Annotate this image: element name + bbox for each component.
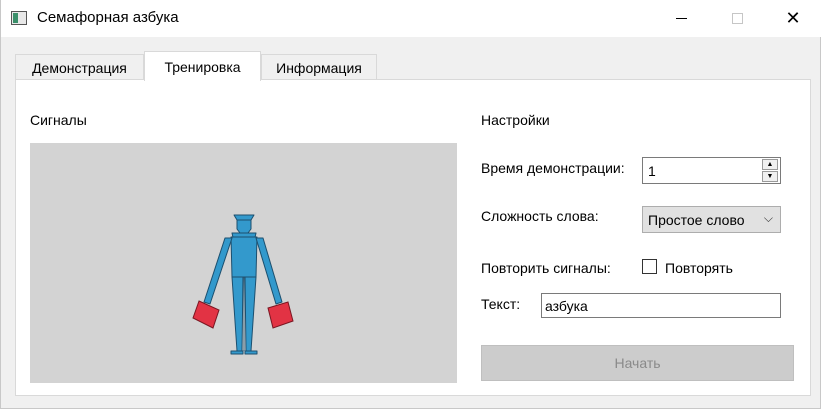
difficulty-selected: Простое слово xyxy=(648,212,745,228)
sailor-right-shoe xyxy=(244,350,258,355)
sailor-head xyxy=(236,219,252,234)
sailor-cap xyxy=(233,214,255,221)
maximize-icon xyxy=(731,13,743,24)
window-title: Семафорная азбука xyxy=(37,9,179,26)
arrow-down-icon: ▼ xyxy=(766,173,774,180)
maximize-button[interactable] xyxy=(714,0,760,37)
right-red-flag xyxy=(267,301,294,329)
left-red-flag xyxy=(192,300,220,329)
demo-time-value: 1 xyxy=(648,163,656,179)
sailor-right-arm xyxy=(255,237,283,305)
semaphore-sailor-figure xyxy=(192,214,294,355)
settings-heading: Настройки xyxy=(481,112,550,128)
text-label: Текст: xyxy=(481,296,521,312)
demo-time-spinbox[interactable]: 1 ▲ ▼ xyxy=(642,157,781,184)
difficulty-label: Сложность слова: xyxy=(481,208,599,224)
app-window: Семафорная азбука ✕ Демонстрация Трениро… xyxy=(0,0,821,409)
sailor-left-arm xyxy=(203,237,233,305)
sailor-right-leg xyxy=(244,276,257,352)
app-window-icon xyxy=(11,11,27,25)
title-bar: Семафорная азбука ✕ xyxy=(1,0,821,37)
sailor-torso xyxy=(230,236,258,278)
difficulty-combobox[interactable]: Простое слово ⌵ xyxy=(642,206,781,233)
close-button[interactable]: ✕ xyxy=(770,0,816,37)
signals-heading: Сигналы xyxy=(30,112,87,128)
demo-time-label: Время демонстрации: xyxy=(481,160,625,176)
repeat-signals-label: Повторить сигналы: xyxy=(481,260,611,276)
repeat-checkbox-label[interactable]: Повторять xyxy=(665,260,733,276)
training-panel: Сигналы Настройки Время демонстрации: 1 … xyxy=(15,79,811,396)
spin-down-button[interactable]: ▼ xyxy=(762,171,778,182)
arrow-up-icon: ▲ xyxy=(766,161,774,168)
minimize-icon xyxy=(675,18,687,19)
spin-buttons: ▲ ▼ xyxy=(762,159,778,182)
minimize-button[interactable] xyxy=(658,0,704,37)
sailor-left-leg xyxy=(231,276,244,352)
repeat-checkbox[interactable] xyxy=(642,259,657,274)
chevron-down-icon: ⌵ xyxy=(763,211,773,225)
spin-up-button[interactable]: ▲ xyxy=(762,159,778,170)
tab-training[interactable]: Тренировка xyxy=(144,51,261,81)
tab-information[interactable]: Информация xyxy=(261,54,377,80)
signals-canvas xyxy=(30,143,457,383)
text-field[interactable] xyxy=(541,293,781,318)
start-button[interactable]: Начать xyxy=(481,345,794,381)
close-icon: ✕ xyxy=(785,8,801,29)
sailor-left-shoe xyxy=(230,350,244,355)
tab-demonstration[interactable]: Демонстрация xyxy=(15,54,144,80)
